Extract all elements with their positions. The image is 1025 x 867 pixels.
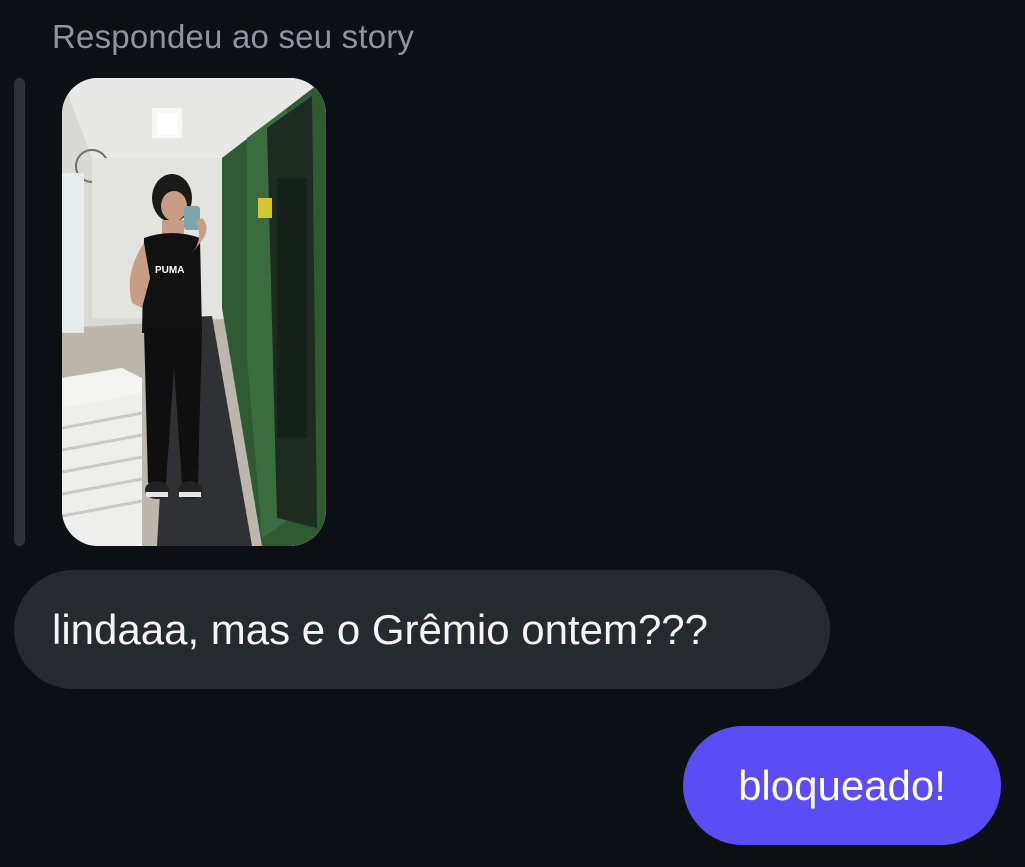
- sent-message-bubble[interactable]: bloqueado!: [683, 726, 1001, 845]
- received-message-bubble[interactable]: lindaaa, mas e o Grêmio ontem???: [14, 570, 830, 689]
- story-thumbnail[interactable]: PUMA: [62, 78, 326, 546]
- story-reply-caption: Respondeu ao seu story: [52, 18, 415, 55]
- chat-screen: Respondeu ao seu story PUMA lindaaa, mas…: [0, 0, 1025, 867]
- story-photo: PUMA: [62, 78, 326, 546]
- reply-quote-bar: [14, 78, 25, 546]
- shirt-logo-text: PUMA: [155, 265, 184, 276]
